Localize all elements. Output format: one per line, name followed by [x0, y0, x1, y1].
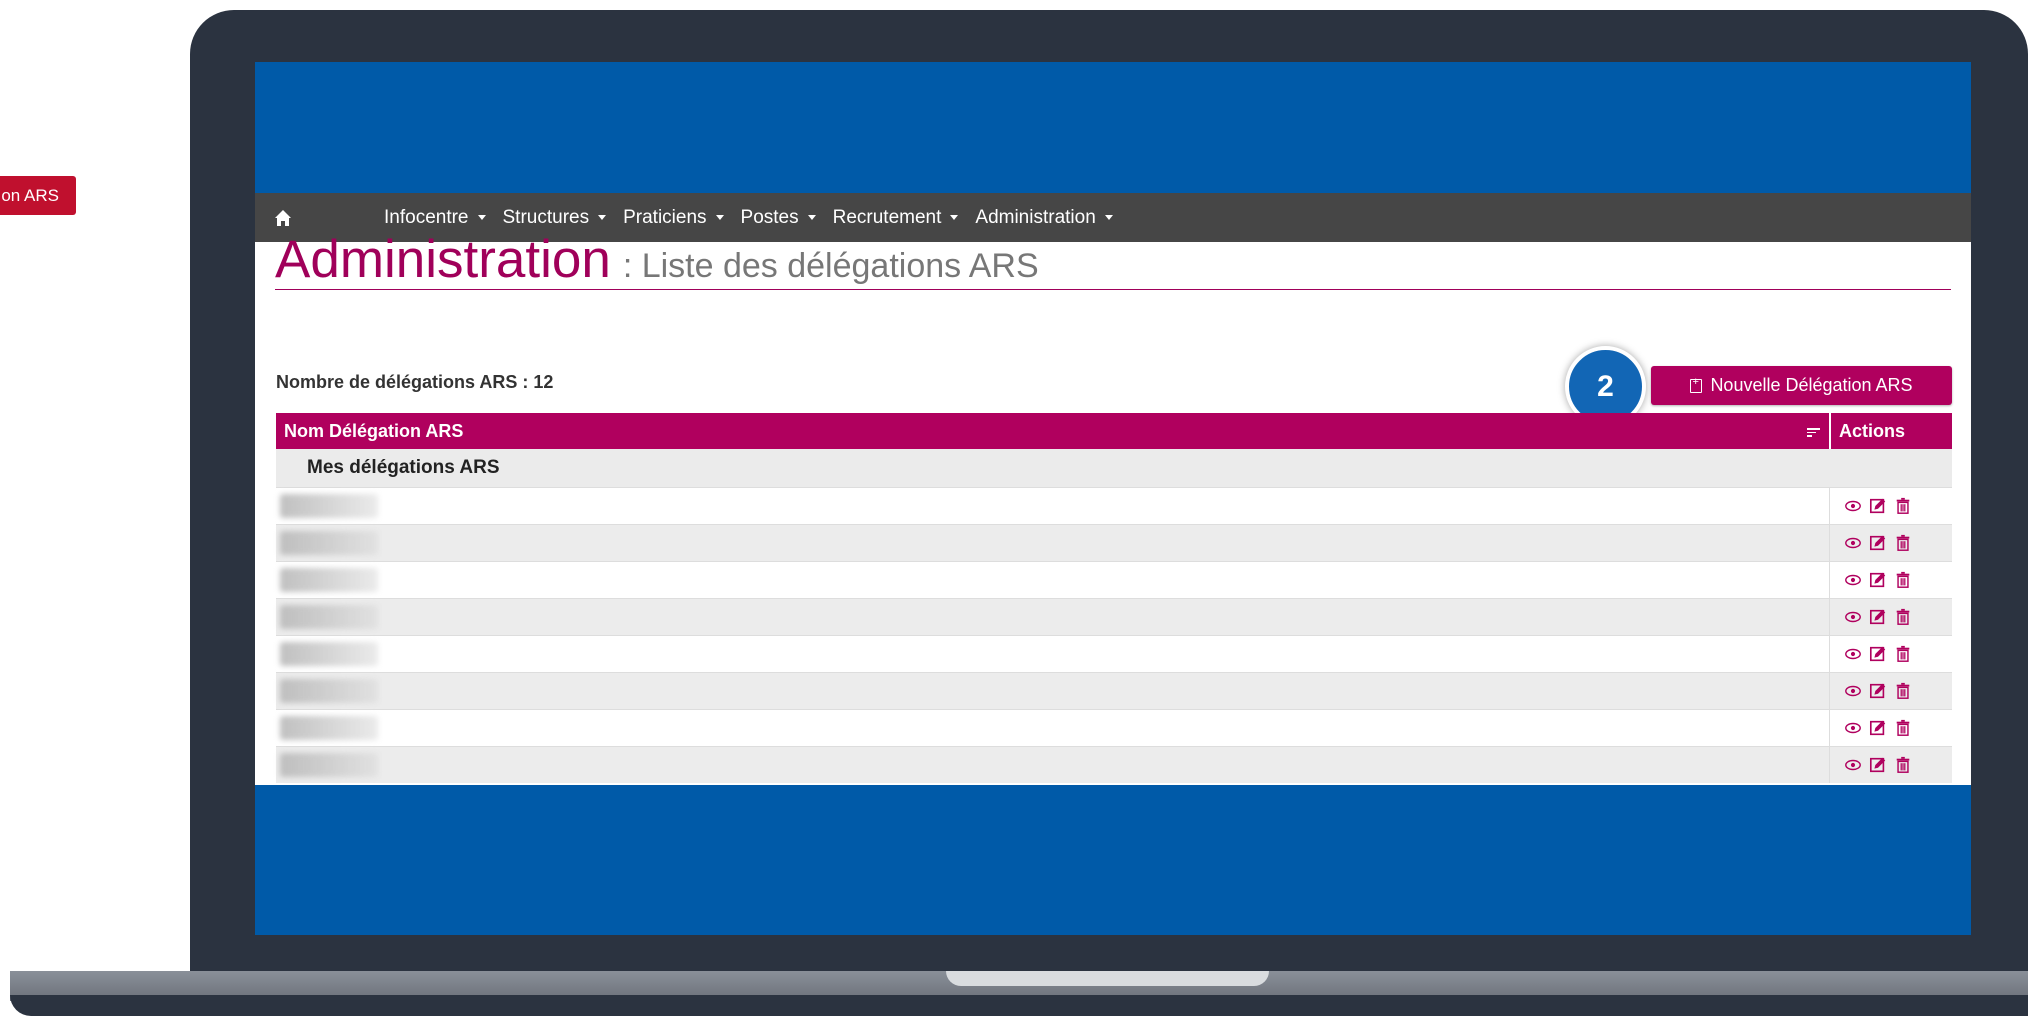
group-row: Mes délégations ARS: [276, 449, 1952, 487]
nav-item-praticiens[interactable]: Praticiens: [623, 206, 724, 229]
nav-item-recrutement[interactable]: Recrutement: [833, 207, 959, 229]
laptop-notch: [946, 971, 1269, 986]
new-delegation-button[interactable]: Nouvelle Délégation ARS: [1651, 366, 1952, 405]
trash-icon[interactable]: [1894, 608, 1912, 626]
table-row: [276, 524, 1952, 561]
eye-icon[interactable]: [1844, 534, 1862, 552]
column-header-name[interactable]: Nom Délégation ARS: [284, 413, 463, 449]
row-actions: [1829, 710, 1952, 746]
table-header: Nom Délégation ARS Actions: [276, 413, 1952, 449]
trash-icon[interactable]: [1894, 756, 1912, 774]
row-actions: [1829, 747, 1952, 783]
caret-down-icon: [477, 215, 486, 220]
caret-down-icon: [1104, 215, 1113, 220]
redacted-delegation-name: [280, 642, 378, 666]
edit-icon[interactable]: [1869, 497, 1887, 515]
edit-icon[interactable]: [1869, 571, 1887, 589]
caret-down-icon: [807, 215, 816, 220]
redacted-delegation-name: [280, 531, 378, 555]
trash-icon[interactable]: [1894, 719, 1912, 737]
trash-icon[interactable]: [1894, 571, 1912, 589]
row-actions: [1829, 562, 1952, 598]
edit-icon[interactable]: [1869, 756, 1887, 774]
redacted-delegation-name: [280, 494, 378, 518]
edit-icon[interactable]: [1869, 645, 1887, 663]
redacted-delegation-name: [280, 753, 378, 777]
add-document-icon: [1690, 376, 1703, 393]
row-actions: [1829, 636, 1952, 672]
home-icon[interactable]: [274, 209, 292, 227]
nav-item-label: Administration: [975, 206, 1096, 228]
table-row: [276, 746, 1952, 783]
redacted-delegation-name: [280, 605, 378, 629]
table-row: [276, 635, 1952, 672]
table-row: [276, 672, 1952, 709]
eye-icon[interactable]: [1844, 756, 1862, 774]
table-body: [276, 487, 1952, 783]
laptop-base-shadow: [10, 995, 2028, 1016]
edit-icon[interactable]: [1869, 534, 1887, 552]
caret-down-icon: [950, 215, 959, 220]
edit-icon[interactable]: [1869, 682, 1887, 700]
app-window: Infocentre Structures Praticiens Postes …: [255, 193, 1971, 785]
table-row: [276, 487, 1952, 524]
redacted-delegation-name: [280, 568, 378, 592]
trash-icon[interactable]: [1894, 682, 1912, 700]
row-actions: [1829, 599, 1952, 635]
nav-item-label: Postes: [740, 206, 799, 228]
sort-icon[interactable]: [1807, 428, 1820, 439]
trash-icon[interactable]: [1894, 534, 1912, 552]
trash-icon[interactable]: [1894, 497, 1912, 515]
nav-item-infocentre[interactable]: Infocentre: [384, 207, 486, 229]
eye-icon[interactable]: [1844, 682, 1862, 700]
table-row: [276, 561, 1952, 598]
row-actions: [1829, 525, 1952, 561]
nav-item-administration[interactable]: Administration: [975, 206, 1113, 229]
eye-icon[interactable]: [1844, 571, 1862, 589]
trash-icon[interactable]: [1894, 645, 1912, 663]
new-delegation-label: Nouvelle Délégation ARS: [1710, 375, 1913, 395]
nav-item-label: Praticiens: [623, 206, 707, 228]
eye-icon[interactable]: [1844, 497, 1862, 515]
nav-item-label: Recrutement: [832, 206, 942, 228]
page-header: Administration : Liste des délégations AR…: [275, 229, 1951, 290]
caret-down-icon: [598, 215, 607, 220]
redacted-delegation-name: [280, 716, 378, 740]
eye-icon[interactable]: [1844, 719, 1862, 737]
nav-item-label: Infocentre: [384, 206, 469, 228]
page-title: Administration: [275, 230, 611, 289]
side-delegation-button[interactable]: on ARS: [0, 176, 76, 215]
column-header-actions: Actions: [1829, 413, 1952, 449]
caret-down-icon: [715, 215, 724, 220]
row-actions: [1829, 673, 1952, 709]
delegation-count: Nombre de délégations ARS : 12: [276, 372, 554, 392]
delegations-table: Nom Délégation ARS Actions Mes délégatio…: [276, 413, 1952, 783]
laptop-screen: Infocentre Structures Praticiens Postes …: [255, 62, 1971, 935]
edit-icon[interactable]: [1869, 719, 1887, 737]
eye-icon[interactable]: [1844, 608, 1862, 626]
side-button-label: on ARS: [1, 186, 59, 205]
table-row: [276, 709, 1952, 746]
nav-item-label: Structures: [502, 206, 590, 228]
eye-icon[interactable]: [1844, 645, 1862, 663]
table-row: [276, 598, 1952, 635]
row-actions: [1829, 488, 1952, 524]
redacted-delegation-name: [280, 679, 378, 703]
nav-item-structures[interactable]: Structures: [503, 207, 607, 229]
nav-item-postes[interactable]: Postes: [741, 207, 816, 229]
page-subtitle: : Liste des délégations ARS: [622, 247, 1039, 285]
edit-icon[interactable]: [1869, 608, 1887, 626]
